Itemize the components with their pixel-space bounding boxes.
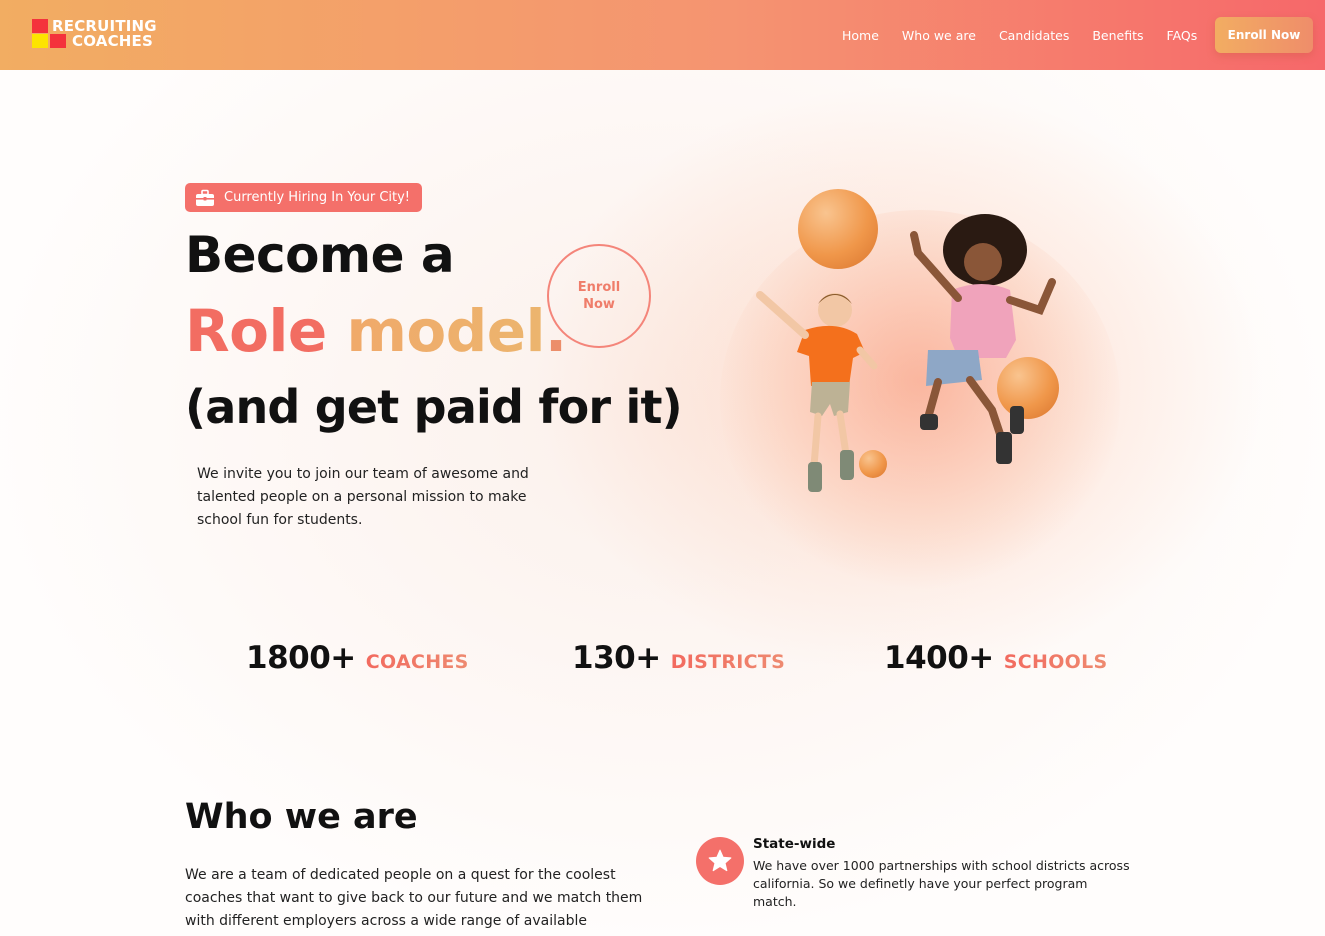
stat-label: DISTRICTS [670,651,786,673]
logo[interactable]: RECRUITING COACHES [32,19,157,49]
hiring-badge: Currently Hiring In Your City! [185,183,423,212]
logo-line2: COACHES [72,32,153,50]
nav-who-we-are[interactable]: Who we are [902,28,976,43]
jumping-kids-illustration [756,214,1056,492]
navbar: RECRUITING COACHES Home Who we are Candi… [0,0,1325,70]
stat-districts: 130+ DISTRICTS [572,640,785,676]
stat-label: COACHES [365,651,469,673]
star-icon [696,837,744,885]
stat-label: SCHOOLS [1003,651,1108,673]
enroll-now-button[interactable]: Enroll Now [1215,17,1313,53]
who-we-are-description: We are a team of dedicated people on a q… [185,867,643,929]
nav-faqs[interactable]: FAQs [1167,28,1198,43]
nav-benefits[interactable]: Benefits [1092,28,1143,43]
feature-title: State-wide [753,836,836,852]
enroll-now-circle-button[interactable]: Enroll Now [547,244,651,348]
hero-headline-line3: (and get paid for it) [185,380,683,434]
hiring-badge-text: Currently Hiring In Your City! [224,190,411,205]
headline-role: Role [185,297,327,365]
stats-row: 1800+ COACHES 130+ DISTRICTS 1400+ SCHOO… [0,640,1325,690]
logo-text: RECRUITING COACHES [52,19,157,49]
nav-home[interactable]: Home [842,28,879,43]
hero-headline-line1: Become a [185,226,455,284]
stat-number: 130+ [572,640,661,676]
hero-description: We invite you to join our team of awesom… [197,466,529,528]
feature-description: We have over 1000 partnerships with scho… [753,858,1130,909]
stat-coaches: 1800+ COACHES [246,640,469,676]
nav-candidates[interactable]: Candidates [999,28,1069,43]
headline-model: model [346,297,545,365]
hero-image [700,170,1140,590]
stat-number: 1400+ [884,640,994,676]
briefcase-icon [195,189,215,207]
nav-links: Home Who we are Candidates Benefits FAQs [842,0,1220,70]
enroll-circle-label: Enroll Now [577,280,621,312]
stat-number: 1800+ [246,640,356,676]
hero-headline-line2: Role model. [185,297,567,365]
who-we-are-title: Who we are [185,797,418,837]
stat-schools: 1400+ SCHOOLS [884,640,1108,676]
